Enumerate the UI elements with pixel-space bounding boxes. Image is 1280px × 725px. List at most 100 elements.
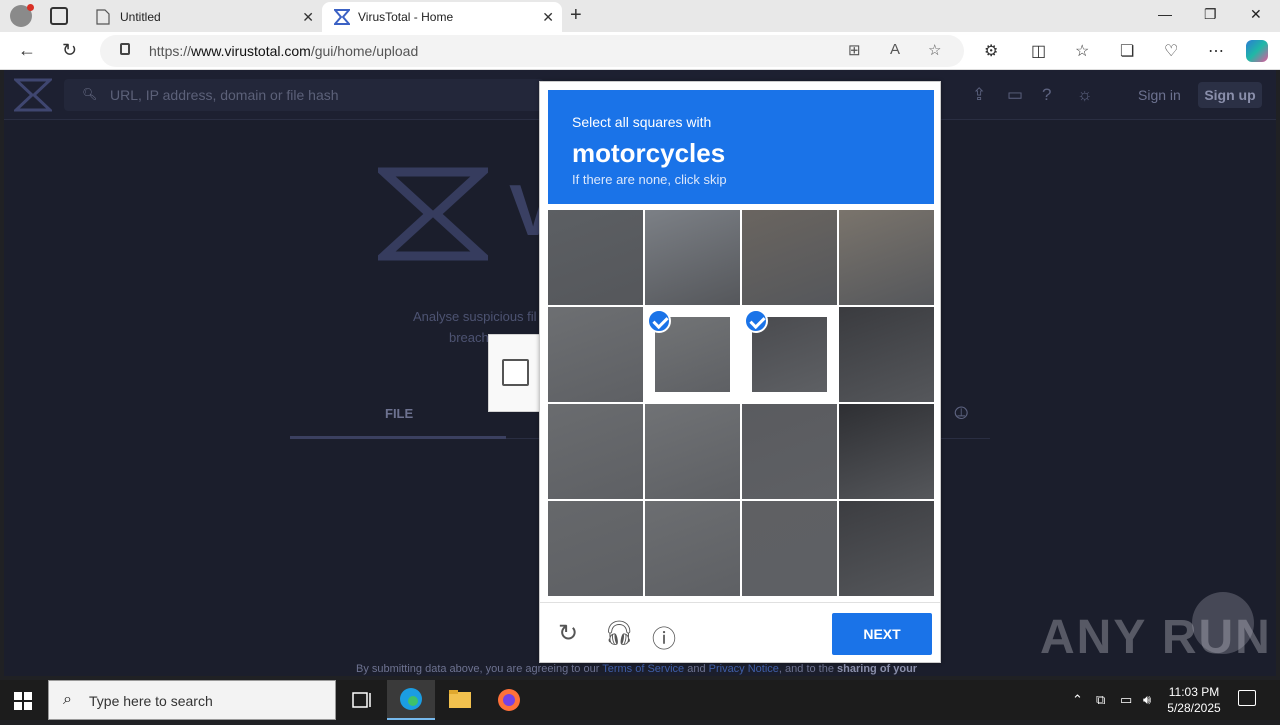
- captcha-tile[interactable]: [742, 404, 837, 499]
- captcha-tile[interactable]: [645, 404, 740, 499]
- captcha-tile[interactable]: [742, 210, 837, 305]
- browser-toolbar: ← ↻ https://www.virustotal.com/gui/home/…: [0, 32, 1280, 70]
- tab-title: VirusTotal - Home: [358, 10, 454, 24]
- privacy-link[interactable]: Privacy Notice: [709, 663, 779, 675]
- captcha-tile[interactable]: [839, 307, 934, 402]
- search-icon: ⌕: [63, 691, 72, 708]
- tab-untitled[interactable]: Untitled ✕: [84, 2, 322, 32]
- apps-icon[interactable]: ⊞: [848, 41, 861, 59]
- captcha-footer: ↻ 🎧︎ ⓘ NEXT: [540, 602, 940, 662]
- file-explorer-icon[interactable]: [436, 680, 484, 720]
- back-icon[interactable]: ←: [18, 40, 36, 61]
- search-tab-icon[interactable]: ⦹: [954, 403, 968, 424]
- sign-in-link[interactable]: Sign in: [1138, 87, 1181, 103]
- notification-dot: [27, 4, 34, 11]
- captcha-tile[interactable]: [548, 210, 643, 305]
- tagline-line1: Analyse suspicious fil: [413, 309, 537, 324]
- close-tab-icon[interactable]: ✕: [302, 9, 314, 26]
- favorite-star-icon[interactable]: ☆: [928, 41, 941, 59]
- clock-time: 11:03 PM: [1168, 685, 1220, 699]
- read-aloud-icon[interactable]: A: [890, 41, 900, 58]
- tile-image: [548, 501, 643, 596]
- chat-icon[interactable]: ▭: [1007, 85, 1023, 105]
- upload-icon[interactable]: ⇪: [972, 85, 986, 105]
- selected-check-icon: [744, 309, 768, 333]
- lock-icon: [120, 43, 130, 55]
- tab-virustotal[interactable]: VirusTotal - Home ✕: [322, 2, 562, 32]
- tile-image: [645, 210, 740, 305]
- tray-device-icon[interactable]: ⧉: [1096, 692, 1105, 708]
- captcha-tile[interactable]: [742, 307, 837, 402]
- captcha-tile[interactable]: [742, 501, 837, 596]
- anyrun-watermark: ANY RUN: [1040, 611, 1272, 664]
- captcha-tile[interactable]: [645, 307, 740, 402]
- restore-icon[interactable]: ❐: [1204, 6, 1217, 23]
- vt-search-input[interactable]: [110, 85, 530, 105]
- url-text: https://www.virustotal.com/gui/home/uplo…: [149, 43, 419, 59]
- extensions-icon[interactable]: ⚙: [984, 41, 998, 61]
- more-menu-icon[interactable]: ⋯: [1208, 41, 1224, 61]
- tile-image: [839, 501, 934, 596]
- help-icon[interactable]: ?: [1042, 85, 1051, 105]
- sign-up-button[interactable]: Sign up: [1198, 82, 1262, 108]
- browser-essentials-icon[interactable]: ♡: [1164, 41, 1178, 61]
- terms-link[interactable]: Terms of Service: [602, 663, 684, 675]
- captcha-tile[interactable]: [548, 404, 643, 499]
- collections-icon[interactable]: ❏: [1120, 41, 1134, 61]
- captcha-tile[interactable]: [548, 307, 643, 402]
- captcha-tile-grid: [548, 210, 934, 596]
- edge-taskbar-icon[interactable]: [387, 680, 435, 720]
- tile-image: [548, 307, 643, 402]
- address-bar[interactable]: https://www.virustotal.com/gui/home/uplo…: [100, 35, 964, 67]
- tab-actions-icon[interactable]: [50, 7, 68, 25]
- notification-center-icon[interactable]: [1238, 690, 1256, 706]
- virustotal-logo-icon[interactable]: [14, 78, 52, 112]
- captcha-tile[interactable]: [839, 210, 934, 305]
- tile-image: [839, 404, 934, 499]
- page-icon: [96, 9, 110, 25]
- taskbar-search[interactable]: ⌕ Type here to search: [48, 680, 336, 720]
- close-window-icon[interactable]: ✕: [1250, 6, 1262, 23]
- captcha-tile[interactable]: [645, 210, 740, 305]
- tile-image: [742, 501, 837, 596]
- volume-icon[interactable]: 🔊︎: [1143, 692, 1151, 708]
- copilot-icon[interactable]: [1246, 40, 1268, 62]
- clock-date: 5/28/2025: [1167, 701, 1221, 715]
- tray-chevron-icon[interactable]: ⌃: [1072, 692, 1083, 708]
- captcha-tile[interactable]: [548, 501, 643, 596]
- recaptcha-checkbox[interactable]: [502, 359, 529, 386]
- task-view-icon[interactable]: [338, 680, 386, 720]
- captcha-keyword: motorcycles: [572, 138, 726, 168]
- recaptcha-anchor: [488, 334, 542, 412]
- captcha-hint: If there are none, click skip: [572, 172, 727, 187]
- taskbar-clock[interactable]: 11:03 PM 5/28/2025: [1164, 684, 1224, 716]
- tab-title: Untitled: [120, 10, 161, 24]
- info-icon[interactable]: ⓘ: [652, 619, 676, 654]
- reload-icon[interactable]: ↻: [558, 619, 578, 648]
- audio-headphones-icon[interactable]: 🎧︎: [604, 619, 634, 648]
- close-tab-icon[interactable]: ✕: [542, 9, 554, 26]
- captcha-tile[interactable]: [839, 404, 934, 499]
- new-tab-button[interactable]: +: [570, 4, 582, 27]
- minimize-icon[interactable]: —: [1158, 6, 1172, 22]
- tab-active-underline: [290, 436, 506, 439]
- windows-taskbar: ⌕ Type here to search ⌃ ⧉ ▭ 🔊︎ 11:03 PM …: [0, 680, 1280, 720]
- captcha-tile[interactable]: [645, 501, 740, 596]
- refresh-icon[interactable]: ↻: [62, 40, 77, 61]
- tab-file[interactable]: FILE: [385, 406, 413, 421]
- tile-image: [839, 307, 934, 402]
- tile-image: [548, 210, 643, 305]
- firefox-icon[interactable]: [485, 680, 533, 720]
- network-icon[interactable]: ▭: [1120, 692, 1132, 708]
- captcha-tile[interactable]: [839, 501, 934, 596]
- theme-sun-icon[interactable]: ☼: [1077, 85, 1093, 105]
- tile-image: [645, 501, 740, 596]
- split-screen-icon[interactable]: ◫: [1031, 41, 1046, 61]
- favorites-icon[interactable]: ☆: [1075, 41, 1089, 61]
- taskbar-search-placeholder: Type here to search: [89, 693, 213, 709]
- windows-start-icon[interactable]: [14, 692, 32, 710]
- vt-search-box: 🔍︎: [64, 79, 544, 111]
- next-button[interactable]: NEXT: [832, 613, 932, 655]
- browser-tabstrip: Untitled ✕ VirusTotal - Home ✕ + — ❐ ✕: [0, 0, 1280, 32]
- search-icon: 🔍︎: [82, 87, 98, 101]
